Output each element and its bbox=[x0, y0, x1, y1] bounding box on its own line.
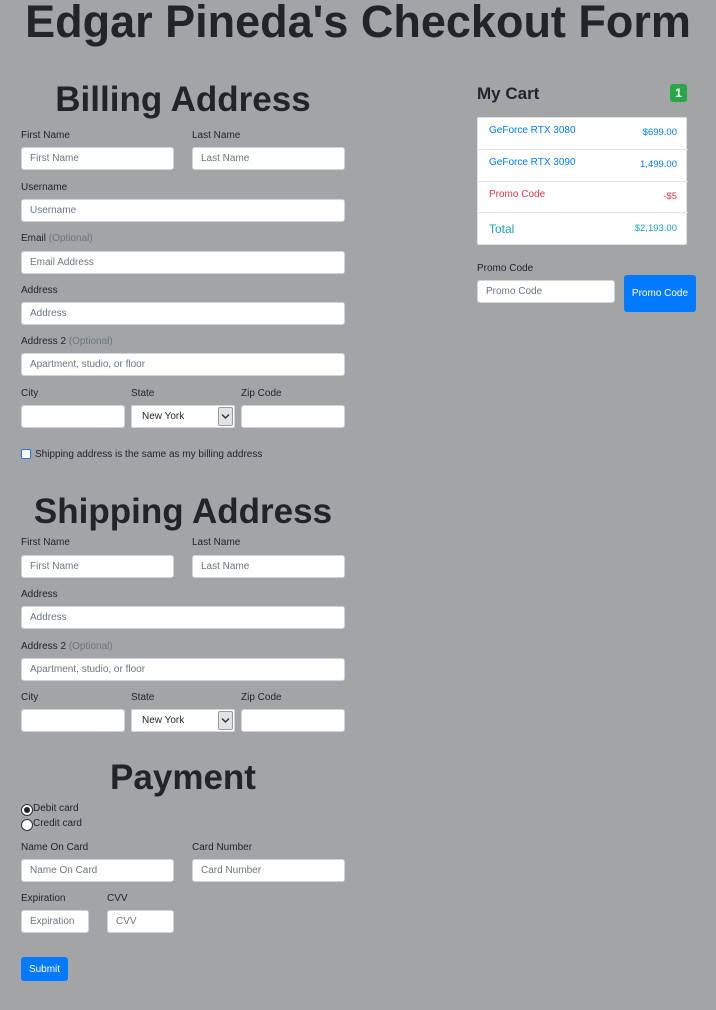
billing-email-optional: (Optional) bbox=[48, 233, 93, 244]
billing-last-name-label: Last Name bbox=[192, 130, 241, 141]
shipping-address2-label-text: Address 2 bbox=[21, 641, 67, 652]
billing-address2-label: Address 2 (Optional) bbox=[21, 336, 113, 348]
billing-first-name-label: First Name bbox=[21, 130, 70, 141]
cart-total-price: $2,193.00 bbox=[634, 223, 677, 234]
billing-zip-input[interactable] bbox=[241, 405, 345, 428]
promo-code-input[interactable] bbox=[477, 280, 615, 303]
billing-city-label: City bbox=[21, 388, 39, 399]
expiration-input[interactable] bbox=[21, 910, 89, 933]
cart-list: GeForce RTX 3080 $699.00 GeForce RTX 309… bbox=[477, 117, 688, 245]
billing-address2-label-text: Address 2 bbox=[21, 336, 67, 347]
cart-item-price: 1,499.00 bbox=[640, 159, 677, 170]
card-number-input[interactable] bbox=[192, 859, 345, 882]
shipping-state-value: New York bbox=[142, 715, 185, 726]
cart-item-name: GeForce RTX 3090 bbox=[489, 157, 576, 168]
promo-code-button[interactable]: Promo Code bbox=[624, 275, 696, 312]
billing-email-label: Email (Optional) bbox=[21, 233, 93, 245]
shipping-address-label: Address bbox=[21, 589, 58, 600]
shipping-city-label: City bbox=[21, 692, 39, 703]
shipping-zip-input[interactable] bbox=[241, 709, 345, 732]
shipping-last-name-input[interactable] bbox=[192, 555, 345, 578]
shipping-state-label: State bbox=[131, 692, 155, 703]
same-address-checkbox[interactable] bbox=[21, 449, 31, 459]
submit-button[interactable]: Submit bbox=[21, 957, 68, 981]
page-title: Edgar Pineda's Checkout Form bbox=[25, 0, 691, 47]
debit-card-label[interactable]: Debit card bbox=[33, 803, 79, 815]
shipping-address-input[interactable] bbox=[21, 606, 345, 629]
cart-item: GeForce RTX 3090 1,499.00 bbox=[478, 150, 688, 182]
cart-promo-price: -$5 bbox=[663, 191, 677, 202]
cvv-label: CVV bbox=[107, 893, 128, 904]
shipping-title: Shipping Address bbox=[33, 492, 333, 531]
cart-promo-row: Promo Code -$5 bbox=[478, 182, 688, 213]
debit-card-radio[interactable] bbox=[21, 804, 33, 816]
shipping-last-name-label: Last Name bbox=[192, 537, 241, 548]
expiration-label: Expiration bbox=[21, 893, 66, 904]
credit-card-radio[interactable] bbox=[21, 819, 33, 831]
billing-address-label: Address bbox=[21, 285, 58, 296]
cvv-input[interactable] bbox=[107, 910, 174, 933]
same-address-label[interactable]: Shipping address is the same as my billi… bbox=[35, 449, 262, 461]
name-on-card-input[interactable] bbox=[21, 859, 174, 882]
cart-item-name: GeForce RTX 3080 bbox=[489, 125, 576, 136]
promo-code-label: Promo Code bbox=[477, 263, 534, 274]
billing-email-label-text: Email bbox=[21, 233, 47, 244]
billing-address-input[interactable] bbox=[21, 302, 345, 325]
cart-total-label: Total bbox=[489, 222, 515, 236]
billing-first-name-input[interactable] bbox=[21, 147, 174, 170]
billing-state-value: New York bbox=[142, 411, 185, 422]
billing-city-input[interactable] bbox=[21, 405, 125, 428]
billing-state-select[interactable]: New York bbox=[131, 405, 235, 428]
billing-state-label: State bbox=[131, 388, 155, 399]
billing-username-input[interactable] bbox=[21, 199, 345, 222]
billing-last-name-input[interactable] bbox=[192, 147, 345, 170]
billing-username-label: Username bbox=[21, 182, 68, 193]
shipping-address2-optional: (Optional) bbox=[68, 641, 113, 652]
billing-address2-input[interactable] bbox=[21, 353, 345, 376]
chevron-down-icon bbox=[218, 407, 233, 426]
shipping-address2-input[interactable] bbox=[21, 658, 345, 681]
payment-title: Payment bbox=[110, 758, 256, 797]
shipping-zip-label: Zip Code bbox=[241, 692, 282, 703]
cart-item-price: $699.00 bbox=[642, 127, 677, 138]
cart-promo-name: Promo Code bbox=[489, 189, 546, 200]
credit-card-label[interactable]: Credit card bbox=[33, 818, 82, 830]
billing-address2-optional: (Optional) bbox=[68, 336, 113, 347]
billing-zip-label: Zip Code bbox=[241, 388, 282, 399]
cart-title: My Cart bbox=[477, 84, 540, 103]
chevron-down-icon bbox=[218, 711, 233, 730]
name-on-card-label: Name On Card bbox=[21, 842, 89, 853]
billing-email-input[interactable] bbox=[21, 251, 345, 274]
billing-title: Billing Address bbox=[55, 80, 311, 119]
shipping-first-name-label: First Name bbox=[21, 537, 70, 548]
shipping-city-input[interactable] bbox=[21, 709, 125, 732]
cart-item: GeForce RTX 3080 $699.00 bbox=[478, 118, 688, 150]
shipping-address2-label: Address 2 (Optional) bbox=[21, 641, 113, 653]
card-number-label: Card Number bbox=[192, 842, 253, 853]
cart-total-row: Total $2,193.00 bbox=[478, 213, 688, 245]
shipping-state-select[interactable]: New York bbox=[131, 709, 235, 732]
cart-count-badge: 1 bbox=[670, 84, 687, 102]
shipping-first-name-input[interactable] bbox=[21, 555, 174, 578]
